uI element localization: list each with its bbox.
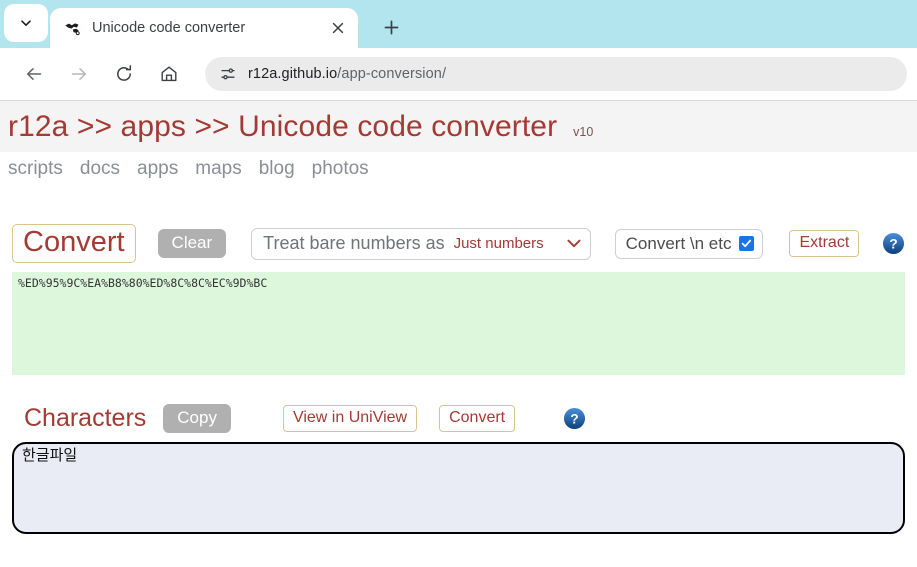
bare-numbers-label: Treat bare numbers as bbox=[263, 233, 445, 254]
address-bar-host: r12a.github.io bbox=[248, 66, 338, 82]
bare-numbers-select[interactable]: Treat bare numbers as Just numbers bbox=[251, 227, 591, 260]
reload-icon bbox=[117, 65, 132, 81]
reload-button[interactable] bbox=[106, 56, 142, 92]
nav-link-blog[interactable]: blog bbox=[259, 158, 295, 180]
address-bar-url: r12a.github.io/app-conversion/ bbox=[248, 66, 446, 82]
nav-link-scripts[interactable]: scripts bbox=[8, 158, 63, 180]
site-nav: scripts docs apps maps blog photos bbox=[0, 152, 917, 180]
back-button[interactable] bbox=[16, 56, 52, 92]
address-bar-path: /app-conversion/ bbox=[337, 66, 447, 82]
browser-tab[interactable]: Unicode code converter bbox=[50, 8, 358, 48]
convert-escapes-label: Convert \n etc bbox=[625, 233, 732, 253]
page-header-banner: r12a >> apps >> Unicode code converter v… bbox=[0, 100, 917, 152]
tab-list-button[interactable] bbox=[4, 4, 48, 42]
tab-close-button[interactable] bbox=[326, 16, 350, 40]
close-icon bbox=[332, 22, 344, 34]
tune-icon bbox=[221, 68, 235, 80]
tab-strip: Unicode code converter bbox=[0, 0, 917, 48]
nav-link-apps[interactable]: apps bbox=[137, 158, 178, 180]
copy-button[interactable]: Copy bbox=[163, 404, 231, 434]
characters-heading: Characters bbox=[24, 404, 147, 433]
help-circle-icon: ? bbox=[883, 233, 905, 255]
arrow-right-icon bbox=[71, 68, 87, 80]
characters-textarea[interactable] bbox=[12, 442, 905, 535]
characters-convert-button[interactable]: Convert bbox=[439, 405, 516, 433]
new-tab-button[interactable] bbox=[374, 10, 408, 44]
home-icon bbox=[161, 66, 177, 82]
browser-toolbar: r12a.github.io/app-conversion/ bbox=[0, 48, 917, 100]
conversion-toolbar: Convert Clear Treat bare numbers as Just… bbox=[0, 180, 917, 264]
chevron-down-icon bbox=[567, 239, 581, 248]
help-button-top[interactable]: ? bbox=[882, 232, 905, 255]
address-bar[interactable]: r12a.github.io/app-conversion/ bbox=[205, 57, 907, 91]
help-circle-icon: ? bbox=[564, 408, 586, 430]
nav-link-docs[interactable]: docs bbox=[80, 158, 120, 180]
browser-chrome: Unicode code converter bbox=[0, 0, 917, 48]
tab-title: Unicode code converter bbox=[92, 20, 246, 36]
svg-text:?: ? bbox=[890, 236, 898, 252]
view-in-uniview-button[interactable]: View in UniView bbox=[282, 405, 418, 433]
clear-button[interactable]: Clear bbox=[157, 229, 227, 259]
chevron-down-icon bbox=[21, 20, 31, 26]
forward-button[interactable] bbox=[61, 56, 97, 92]
characters-toolbar: Characters Copy View in UniView Convert … bbox=[0, 375, 917, 434]
site-settings-button[interactable] bbox=[215, 61, 241, 87]
nav-link-maps[interactable]: maps bbox=[195, 158, 241, 180]
help-button-characters[interactable]: ? bbox=[563, 407, 586, 430]
globe-favicon bbox=[65, 22, 80, 35]
convert-escapes-checkbox[interactable] bbox=[739, 236, 755, 252]
encoded-output-textarea[interactable] bbox=[12, 272, 905, 376]
extract-button[interactable]: Extract bbox=[789, 230, 860, 258]
convert-button[interactable]: Convert bbox=[12, 224, 136, 264]
svg-text:?: ? bbox=[570, 411, 578, 427]
check-icon bbox=[742, 239, 752, 248]
bare-numbers-value: Just numbers bbox=[453, 235, 544, 253]
page-title: r12a >> apps >> Unicode code converter bbox=[8, 110, 558, 143]
plus-icon bbox=[384, 20, 398, 34]
page-content: r12a >> apps >> Unicode code converter v… bbox=[0, 100, 917, 535]
convert-escapes-toggle[interactable]: Convert \n etc bbox=[614, 228, 764, 259]
app-version: v10 bbox=[573, 125, 594, 139]
arrow-left-icon bbox=[26, 68, 42, 80]
nav-link-photos[interactable]: photos bbox=[312, 158, 369, 180]
home-button[interactable] bbox=[151, 56, 187, 92]
